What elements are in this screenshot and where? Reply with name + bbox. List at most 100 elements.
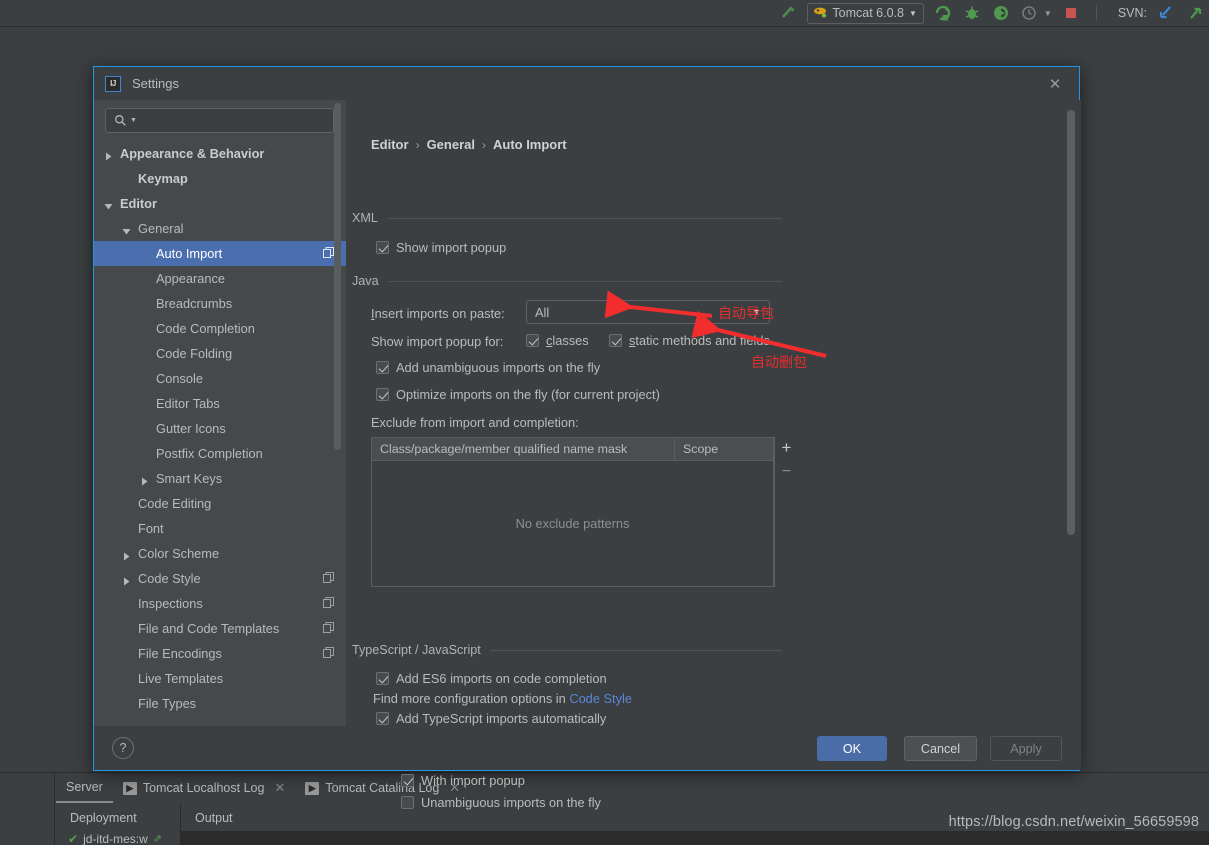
remove-exclude-button[interactable]: −: [782, 464, 791, 480]
divider: [387, 280, 782, 282]
sidebar-item-gutter-icons[interactable]: Gutter Icons: [94, 416, 346, 441]
column-header-scope[interactable]: Scope: [675, 438, 773, 460]
checkbox-box[interactable]: [376, 712, 389, 725]
close-icon[interactable]: ✕: [1045, 74, 1065, 94]
breadcrumb-item-auto-import: Auto Import: [492, 137, 567, 152]
sidebar-item-auto-import[interactable]: Auto Import: [94, 241, 346, 266]
chevron-right-icon[interactable]: [140, 474, 149, 486]
checkbox-label: With import popup: [421, 773, 525, 788]
ide-top-toolbar: Tomcat 6.0.8 ▼ ▼ SVN:: [0, 0, 1209, 27]
check-icon: ✔: [68, 831, 79, 845]
sidebar-item-general[interactable]: General: [94, 216, 346, 241]
copy-settings-icon[interactable]: [323, 646, 334, 661]
run-icon[interactable]: [933, 3, 953, 23]
checkbox-box[interactable]: [609, 334, 622, 347]
sidebar-item-file-types[interactable]: File Types: [94, 691, 346, 716]
chevron-right-icon[interactable]: [104, 149, 113, 161]
sidebar-scrollbar[interactable]: [334, 103, 341, 450]
run-coverage-icon[interactable]: [991, 3, 1011, 23]
checkbox-add-unambiguous-imports[interactable]: Add unambiguous imports on the fly: [376, 360, 600, 375]
close-icon[interactable]: ✕: [274, 780, 285, 796]
checkbox-label: Unambiguous imports on the fly: [421, 795, 601, 810]
sidebar-item-font[interactable]: Font: [94, 516, 346, 541]
svn-label: SVN:: [1117, 6, 1147, 20]
exclude-table-body[interactable]: No exclude patterns: [372, 461, 773, 586]
search-input[interactable]: [139, 113, 333, 128]
svn-update-icon[interactable]: [1156, 3, 1176, 23]
search-dropdown-caret[interactable]: ▼: [130, 117, 137, 124]
run-configuration-selector[interactable]: Tomcat 6.0.8 ▼: [807, 2, 924, 24]
breadcrumb-item-editor[interactable]: Editor: [371, 137, 409, 152]
checkbox-box[interactable]: [376, 388, 389, 401]
settings-sidebar: ▼ Appearance & Behavior Keymap Editor Gener…: [94, 100, 346, 726]
subtab-output[interactable]: Output: [181, 804, 247, 831]
hammer-icon[interactable]: [778, 3, 798, 23]
sidebar-item-code-folding[interactable]: Code Folding: [94, 341, 346, 366]
breadcrumb-item-general[interactable]: General: [427, 137, 475, 152]
copy-settings-icon[interactable]: [323, 571, 334, 586]
sidebar-item-label: Code Style: [138, 571, 201, 586]
breadcrumb-separator: ›: [415, 137, 420, 152]
sidebar-item-code-style[interactable]: Code Style: [94, 566, 346, 591]
label-insert-imports-on-paste: Insert imports on paste:: [371, 306, 505, 321]
sidebar-item-file-encodings[interactable]: File Encodings: [94, 641, 346, 666]
checkbox-optimize-imports[interactable]: Optimize imports on the fly (for current…: [376, 387, 660, 402]
sidebar-item-label: Breadcrumbs: [156, 296, 233, 311]
help-button[interactable]: ?: [112, 737, 134, 759]
sidebar-item-color-scheme[interactable]: Color Scheme: [94, 541, 346, 566]
chevron-right-icon[interactable]: [122, 549, 131, 561]
cancel-button[interactable]: Cancel: [904, 736, 977, 761]
ok-button[interactable]: OK: [817, 736, 887, 761]
checkbox-box[interactable]: [376, 361, 389, 374]
tomcat-icon: [813, 5, 827, 22]
tool-window-tab-server[interactable]: Server: [56, 773, 113, 803]
profile-icon[interactable]: [1020, 3, 1040, 23]
checkbox-box[interactable]: [376, 672, 389, 685]
add-exclude-button[interactable]: +: [782, 439, 792, 456]
checkbox-popup-classes[interactable]: classes: [526, 333, 589, 348]
sidebar-item-editor-tabs[interactable]: Editor Tabs: [94, 391, 346, 416]
sidebar-item-appearance-behavior[interactable]: Appearance & Behavior: [94, 141, 346, 166]
sidebar-item-inspections[interactable]: Inspections: [94, 591, 346, 616]
stop-icon[interactable]: [1061, 3, 1081, 23]
sidebar-item-file-and-code-templates[interactable]: File and Code Templates: [94, 616, 346, 641]
svn-commit-icon[interactable]: [1185, 3, 1205, 23]
checkbox-popup-static-methods[interactable]: static methods and fields: [609, 333, 770, 348]
sidebar-item-smart-keys[interactable]: Smart Keys: [94, 466, 346, 491]
sidebar-item-live-templates[interactable]: Live Templates: [94, 666, 346, 691]
link-code-style[interactable]: Code Style: [569, 691, 632, 706]
main-pane-scrollbar[interactable]: [1067, 110, 1075, 535]
checkbox-box[interactable]: [526, 334, 539, 347]
dialog-footer: ? OK Cancel Apply: [94, 726, 1081, 770]
sidebar-item-label: Keymap: [138, 171, 188, 186]
debug-icon[interactable]: [962, 3, 982, 23]
sidebar-item-keymap[interactable]: Keymap: [94, 166, 346, 191]
copy-settings-icon[interactable]: [323, 596, 334, 611]
checkbox-unambiguous-imports-fly[interactable]: Unambiguous imports on the fly: [401, 795, 601, 810]
checkbox-with-import-popup[interactable]: With import popup: [401, 773, 525, 788]
sidebar-item-editor[interactable]: Editor: [94, 191, 346, 216]
profile-dropdown-caret[interactable]: ▼: [1044, 9, 1052, 18]
sidebar-item-appearance[interactable]: Appearance: [94, 266, 346, 291]
column-header-name-mask[interactable]: Class/package/member qualified name mask: [372, 438, 675, 460]
sidebar-item-breadcrumbs[interactable]: Breadcrumbs: [94, 291, 346, 316]
checkbox-box[interactable]: [401, 774, 414, 787]
copy-settings-icon[interactable]: [323, 621, 334, 636]
copy-settings-icon[interactable]: [323, 246, 334, 261]
sidebar-item-code-editing[interactable]: Code Editing: [94, 491, 346, 516]
checkbox-box[interactable]: [376, 241, 389, 254]
sidebar-item-postfix-completion[interactable]: Postfix Completion: [94, 441, 346, 466]
checkbox-add-typescript-imports[interactable]: Add TypeScript imports automatically: [376, 711, 606, 726]
subtab-deployment[interactable]: Deployment: [56, 804, 181, 831]
checkbox-show-import-popup[interactable]: Show import popup: [376, 240, 506, 255]
search-box[interactable]: ▼: [105, 108, 334, 133]
tool-window-tab-tomcat-localhost-log[interactable]: ▶ Tomcat Localhost Log ✕: [113, 773, 296, 803]
chevron-down-icon[interactable]: [104, 199, 113, 210]
chevron-down-icon[interactable]: [122, 224, 131, 235]
chevron-right-icon[interactable]: [122, 574, 131, 586]
sidebar-item-code-completion[interactable]: Code Completion: [94, 316, 346, 341]
apply-button[interactable]: Apply: [990, 736, 1062, 761]
checkbox-add-es6-imports[interactable]: Add ES6 imports on code completion: [376, 671, 607, 686]
checkbox-box[interactable]: [401, 796, 414, 809]
sidebar-item-console[interactable]: Console: [94, 366, 346, 391]
